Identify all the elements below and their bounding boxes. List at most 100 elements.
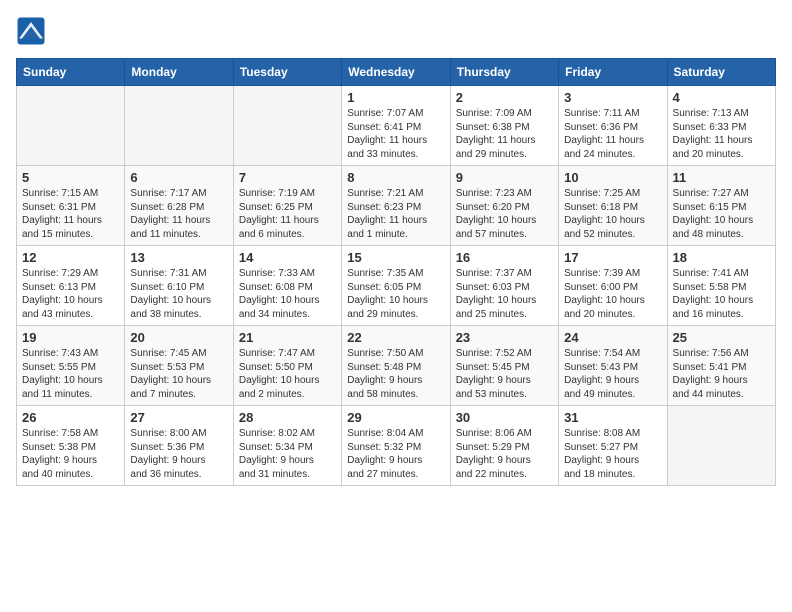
- calendar-cell: 25 Sunrise: 7:56 AM Sunset: 5:41 PM Dayli…: [667, 326, 775, 406]
- day-info: Sunrise: 7:27 AM Sunset: 6:15 PM Dayligh…: [673, 187, 770, 241]
- day-number: 15: [347, 250, 444, 265]
- calendar-cell: 10 Sunrise: 7:25 AM Sunset: 6:18 PM Dayli…: [559, 166, 667, 246]
- weekday-header-row: SundayMondayTuesdayWednesdayThursdayFrid…: [17, 59, 776, 86]
- day-number: 17: [564, 250, 661, 265]
- calendar-cell: 22 Sunrise: 7:50 AM Sunset: 5:48 PM Dayli…: [342, 326, 450, 406]
- calendar-cell: 14 Sunrise: 7:33 AM Sunset: 6:08 PM Dayli…: [233, 246, 341, 326]
- day-number: 13: [130, 250, 227, 265]
- calendar-cell: 27Sunrise: 8:00 AM Sunset: 5:36 PM Dayli…: [125, 406, 233, 486]
- day-number: 7: [239, 170, 336, 185]
- day-number: 18: [673, 250, 770, 265]
- week-row-5: 26Sunrise: 7:58 AM Sunset: 5:38 PM Dayli…: [17, 406, 776, 486]
- day-number: 6: [130, 170, 227, 185]
- week-row-2: 5 Sunrise: 7:15 AM Sunset: 6:31 PM Daylig…: [17, 166, 776, 246]
- day-info: Sunrise: 8:08 AM Sunset: 5:27 PM Dayligh…: [564, 427, 661, 481]
- day-number: 14: [239, 250, 336, 265]
- calendar-cell: 9Sunrise: 7:23 AM Sunset: 6:20 PM Daylig…: [450, 166, 558, 246]
- calendar-cell: 8 Sunrise: 7:21 AM Sunset: 6:23 PM Daylig…: [342, 166, 450, 246]
- calendar-cell: 5 Sunrise: 7:15 AM Sunset: 6:31 PM Daylig…: [17, 166, 125, 246]
- day-number: 2: [456, 90, 553, 105]
- day-info: Sunrise: 7:31 AM Sunset: 6:10 PM Dayligh…: [130, 267, 227, 321]
- calendar-cell: 2Sunrise: 7:09 AM Sunset: 6:38 PM Daylig…: [450, 86, 558, 166]
- day-info: Sunrise: 7:50 AM Sunset: 5:48 PM Dayligh…: [347, 347, 444, 401]
- day-number: 8: [347, 170, 444, 185]
- calendar-cell: 20 Sunrise: 7:45 AM Sunset: 5:53 PM Dayli…: [125, 326, 233, 406]
- weekday-header-saturday: Saturday: [667, 59, 775, 86]
- calendar-cell: 17 Sunrise: 7:39 AM Sunset: 6:00 PM Dayli…: [559, 246, 667, 326]
- weekday-header-wednesday: Wednesday: [342, 59, 450, 86]
- day-info: Sunrise: 8:00 AM Sunset: 5:36 PM Dayligh…: [130, 427, 227, 481]
- day-info: Sunrise: 7:17 AM Sunset: 6:28 PM Dayligh…: [130, 187, 227, 241]
- calendar-cell: 1 Sunrise: 7:07 AM Sunset: 6:41 PM Daylig…: [342, 86, 450, 166]
- calendar-cell: 7 Sunrise: 7:19 AM Sunset: 6:25 PM Daylig…: [233, 166, 341, 246]
- calendar-cell: 29 Sunrise: 8:04 AM Sunset: 5:32 PM Dayli…: [342, 406, 450, 486]
- day-info: Sunrise: 7:47 AM Sunset: 5:50 PM Dayligh…: [239, 347, 336, 401]
- day-number: 30: [456, 410, 553, 425]
- day-number: 11: [673, 170, 770, 185]
- calendar-cell: 28 Sunrise: 8:02 AM Sunset: 5:34 PM Dayli…: [233, 406, 341, 486]
- day-number: 12: [22, 250, 119, 265]
- day-number: 19: [22, 330, 119, 345]
- weekday-header-friday: Friday: [559, 59, 667, 86]
- day-number: 20: [130, 330, 227, 345]
- day-number: 31: [564, 410, 661, 425]
- calendar-cell: 13 Sunrise: 7:31 AM Sunset: 6:10 PM Dayli…: [125, 246, 233, 326]
- day-info: Sunrise: 7:56 AM Sunset: 5:41 PM Dayligh…: [673, 347, 770, 401]
- weekday-header-monday: Monday: [125, 59, 233, 86]
- day-info: Sunrise: 7:13 AM Sunset: 6:33 PM Dayligh…: [673, 107, 770, 161]
- day-number: 4: [673, 90, 770, 105]
- day-info: Sunrise: 8:04 AM Sunset: 5:32 PM Dayligh…: [347, 427, 444, 481]
- calendar-cell: 21 Sunrise: 7:47 AM Sunset: 5:50 PM Dayli…: [233, 326, 341, 406]
- day-info: Sunrise: 7:58 AM Sunset: 5:38 PM Dayligh…: [22, 427, 119, 481]
- day-number: 5: [22, 170, 119, 185]
- day-number: 28: [239, 410, 336, 425]
- calendar-cell: 18 Sunrise: 7:41 AM Sunset: 5:58 PM Dayli…: [667, 246, 775, 326]
- calendar-cell: [667, 406, 775, 486]
- day-number: 25: [673, 330, 770, 345]
- day-number: 24: [564, 330, 661, 345]
- day-number: 16: [456, 250, 553, 265]
- day-info: Sunrise: 7:07 AM Sunset: 6:41 PM Dayligh…: [347, 107, 444, 161]
- calendar-cell: 16 Sunrise: 7:37 AM Sunset: 6:03 PM Dayli…: [450, 246, 558, 326]
- calendar-table: SundayMondayTuesdayWednesdayThursdayFrid…: [16, 58, 776, 486]
- page-header: [16, 16, 776, 46]
- calendar-cell: 15 Sunrise: 7:35 AM Sunset: 6:05 PM Dayli…: [342, 246, 450, 326]
- calendar-cell: [17, 86, 125, 166]
- day-info: Sunrise: 7:43 AM Sunset: 5:55 PM Dayligh…: [22, 347, 119, 401]
- calendar-cell: 30 Sunrise: 8:06 AM Sunset: 5:29 PM Dayli…: [450, 406, 558, 486]
- calendar-cell: [125, 86, 233, 166]
- day-info: Sunrise: 7:45 AM Sunset: 5:53 PM Dayligh…: [130, 347, 227, 401]
- day-number: 10: [564, 170, 661, 185]
- day-number: 22: [347, 330, 444, 345]
- weekday-header-thursday: Thursday: [450, 59, 558, 86]
- calendar-cell: 19 Sunrise: 7:43 AM Sunset: 5:55 PM Dayli…: [17, 326, 125, 406]
- calendar-cell: 11 Sunrise: 7:27 AM Sunset: 6:15 PM Dayli…: [667, 166, 775, 246]
- day-info: Sunrise: 7:54 AM Sunset: 5:43 PM Dayligh…: [564, 347, 661, 401]
- day-info: Sunrise: 8:02 AM Sunset: 5:34 PM Dayligh…: [239, 427, 336, 481]
- calendar-cell: 24 Sunrise: 7:54 AM Sunset: 5:43 PM Dayli…: [559, 326, 667, 406]
- day-number: 21: [239, 330, 336, 345]
- day-number: 9: [456, 170, 553, 185]
- logo: [16, 16, 50, 46]
- day-info: Sunrise: 7:19 AM Sunset: 6:25 PM Dayligh…: [239, 187, 336, 241]
- day-info: Sunrise: 7:25 AM Sunset: 6:18 PM Dayligh…: [564, 187, 661, 241]
- day-info: Sunrise: 8:06 AM Sunset: 5:29 PM Dayligh…: [456, 427, 553, 481]
- day-info: Sunrise: 7:15 AM Sunset: 6:31 PM Dayligh…: [22, 187, 119, 241]
- day-info: Sunrise: 7:29 AM Sunset: 6:13 PM Dayligh…: [22, 267, 119, 321]
- day-info: Sunrise: 7:21 AM Sunset: 6:23 PM Dayligh…: [347, 187, 444, 241]
- day-info: Sunrise: 7:11 AM Sunset: 6:36 PM Dayligh…: [564, 107, 661, 161]
- day-number: 1: [347, 90, 444, 105]
- day-info: Sunrise: 7:39 AM Sunset: 6:00 PM Dayligh…: [564, 267, 661, 321]
- weekday-header-tuesday: Tuesday: [233, 59, 341, 86]
- day-info: Sunrise: 7:35 AM Sunset: 6:05 PM Dayligh…: [347, 267, 444, 321]
- calendar-cell: 31 Sunrise: 8:08 AM Sunset: 5:27 PM Dayli…: [559, 406, 667, 486]
- day-info: Sunrise: 7:37 AM Sunset: 6:03 PM Dayligh…: [456, 267, 553, 321]
- logo-icon: [16, 16, 46, 46]
- day-number: 29: [347, 410, 444, 425]
- day-number: 23: [456, 330, 553, 345]
- week-row-3: 12 Sunrise: 7:29 AM Sunset: 6:13 PM Dayli…: [17, 246, 776, 326]
- day-info: Sunrise: 7:41 AM Sunset: 5:58 PM Dayligh…: [673, 267, 770, 321]
- day-number: 3: [564, 90, 661, 105]
- week-row-4: 19 Sunrise: 7:43 AM Sunset: 5:55 PM Dayli…: [17, 326, 776, 406]
- day-info: Sunrise: 7:33 AM Sunset: 6:08 PM Dayligh…: [239, 267, 336, 321]
